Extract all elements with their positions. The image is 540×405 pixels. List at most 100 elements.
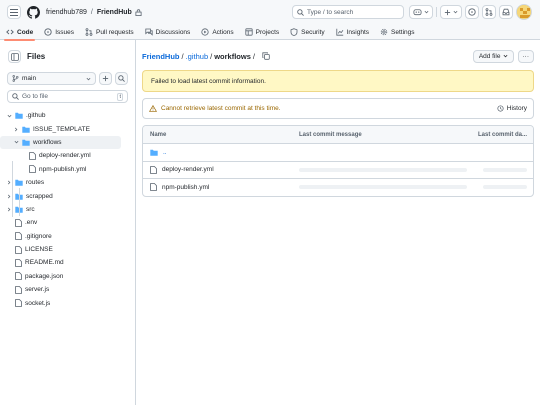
chevron-right-icon [14,127,18,132]
file-tree-sidebar: Files main Go to file t .github ISSUE_TEM… [0,40,136,405]
tab-label: Projects [255,28,280,36]
tab-pull-requests[interactable]: Pull requests [85,28,134,40]
file-icon [15,272,22,281]
collapse-sidebar-button[interactable] [8,50,21,63]
breadcrumb-separator: / [181,51,184,61]
tree-item-label: .gitignore [25,232,52,240]
tree-folder-workflows[interactable]: workflows [0,135,121,150]
error-banner: Failed to load latest commit information… [142,70,534,92]
chevron-right-icon [7,180,11,185]
add-file-button[interactable]: Add file [472,49,514,63]
code-icon [6,29,14,35]
table-row[interactable]: .. [143,143,533,161]
shortcut-key: t [117,92,123,101]
tab-insights[interactable]: Insights [336,28,369,40]
tree-item-label: workflows [33,138,62,146]
directory-content: FriendHub / .github / workflows / Add fi… [136,40,540,405]
tree-file-readme-md[interactable]: README.md [0,256,135,269]
tree-item-label: src [26,205,35,213]
file-icon [15,259,22,267]
breadcrumb-repo[interactable]: FriendHub [142,52,180,61]
tree-file-socket-js[interactable]: socket.js [0,296,135,309]
tab-label: Discussions [155,28,191,36]
divider [436,7,437,17]
tree-item-label: server.js [25,286,50,294]
more-options-button[interactable]: ··· [517,49,534,63]
tab-security[interactable]: Security [290,28,325,40]
add-file-small-button[interactable] [99,72,112,85]
file-icon [15,232,22,241]
file-icon [29,165,36,174]
history-label: History [506,105,527,112]
tree-file-server-js[interactable]: server.js [0,283,135,296]
loading-placeholder [299,167,467,172]
breadcrumb-github[interactable]: .github [186,52,209,61]
expander[interactable] [13,140,19,144]
discussion-icon [145,28,153,36]
tree-folder-issue-template[interactable]: ISSUE_TEMPLATE [0,122,135,135]
owner-link[interactable]: friendhub789 [46,9,87,16]
avatar[interactable] [516,4,532,20]
table-row[interactable]: npm-publish.yml [143,178,533,196]
file-name[interactable]: deploy-render.yml [162,166,214,173]
issue-icon [44,28,52,36]
tree-folder-scrapped[interactable]: scrapped [0,189,135,202]
play-icon [201,28,209,36]
table-header: Name Last commit message Last commit da.… [143,126,533,143]
tree-file-gitignore[interactable]: .gitignore [0,230,135,243]
search-input[interactable]: Type / to search [292,5,404,19]
tree-folder-routes[interactable]: routes [0,176,135,189]
file-icon [15,299,22,308]
create-new-button[interactable] [440,5,462,19]
copilot-icon [413,9,422,16]
hamburger-icon [10,8,18,16]
tree-file-npm-publish-yml[interactable]: npm-publish.yml [0,163,135,176]
folder-icon [22,139,30,146]
add-file-label: Add file [478,52,501,60]
branch-selector[interactable]: main [7,72,96,85]
tab-projects[interactable]: Projects [245,28,279,40]
tree-item-label: deploy-render.yml [39,152,91,160]
path-row: FriendHub / .github / workflows / Add fi… [142,49,534,63]
tab-label: Issues [55,28,75,36]
tree-folder-github[interactable]: .github [0,109,135,122]
tree-file-package-json[interactable]: package.json [0,270,135,283]
pull-requests-button[interactable] [482,5,496,19]
table-icon [245,28,253,36]
loading-placeholder [299,185,467,190]
sidebar-header: Files [0,50,135,63]
tree-folder-src[interactable]: src [0,203,135,216]
repo-link[interactable]: FriendHub [97,9,132,16]
tree-file-env[interactable]: .env [0,216,135,229]
column-name: Name [150,131,167,138]
tree-file-deploy-render-yml[interactable]: deploy-render.yml [0,149,135,162]
copilot-button[interactable] [409,5,433,19]
alert-icon [149,105,157,112]
history-link[interactable]: History [497,105,527,112]
tab-discussions[interactable]: Discussions [145,28,191,40]
graph-icon [336,28,343,36]
issues-button[interactable] [465,5,479,19]
menu-button[interactable] [7,5,21,19]
github-logo[interactable] [27,5,40,19]
expander[interactable] [13,127,19,132]
tab-actions[interactable]: Actions [201,28,234,40]
copy-icon[interactable] [262,52,270,60]
expander[interactable] [6,114,12,118]
file-name[interactable]: npm-publish.yml [162,184,209,191]
chevron-down-icon [7,114,11,118]
tab-issues[interactable]: Issues [44,28,74,40]
file-name[interactable]: .. [163,149,167,156]
repo-tabs: Code Issues Pull requests Discussions Action… [0,24,540,41]
tab-code[interactable]: Code [3,28,36,41]
tab-label: Actions [212,28,234,36]
sidebar-collapse-icon [10,52,19,61]
loading-placeholder [483,167,527,172]
tree-file-license[interactable]: LICENSE [0,243,135,256]
inbox-button[interactable] [499,5,513,19]
go-to-file-input[interactable]: Go to file t [7,90,128,103]
table-row[interactable]: deploy-render.yml [143,160,533,179]
search-files-button[interactable] [115,72,128,85]
tab-settings[interactable]: Settings [380,28,415,40]
tab-label: Code [17,28,34,36]
